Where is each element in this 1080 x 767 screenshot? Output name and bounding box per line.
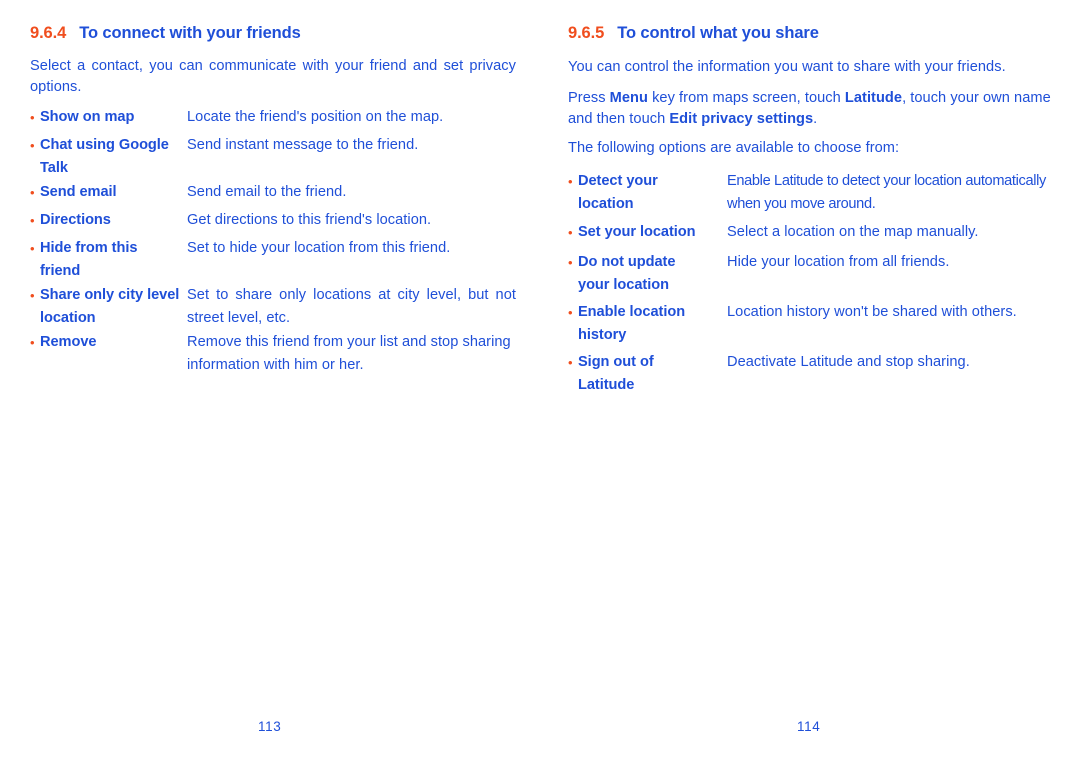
list-item-description: Location history won't be shared with ot… xyxy=(727,304,1017,320)
bullet-icon: • xyxy=(30,213,35,228)
list-item-description: Send email to the friend. xyxy=(187,184,347,200)
list-item-term: Share only city level location xyxy=(40,287,180,326)
bullet-icon: • xyxy=(30,185,35,200)
page-number-left: 113 xyxy=(258,719,282,734)
bullet-icon: • xyxy=(30,138,35,153)
right-section-title: To control what you share xyxy=(617,24,819,42)
bullet-icon: • xyxy=(568,355,573,370)
list-item-description: Remove this friend from your list and st… xyxy=(187,334,511,373)
list-item-description: Set to share only locations at city leve… xyxy=(187,287,516,326)
list-item-description: Select a location on the map manually. xyxy=(727,224,979,240)
right-instruction-paragraph: Press Menu key from maps screen, touch L… xyxy=(568,88,1058,130)
list-item-term: Chat using Google Talk xyxy=(40,137,169,176)
table-row: • Send email Send email to the friend. xyxy=(30,181,516,209)
table-row: • Do not update your location Hide your … xyxy=(568,251,1054,301)
table-row: • Enable location history Location histo… xyxy=(568,301,1054,351)
table-row: • Detect your location Enable Latitude t… xyxy=(568,170,1054,221)
bullet-icon: • xyxy=(568,255,573,270)
page-number-right: 114 xyxy=(797,719,821,734)
list-item-description: Deactivate Latitude and stop sharing. xyxy=(727,354,970,370)
instruction-bold-edit-privacy-settings: Edit privacy settings xyxy=(669,111,814,127)
list-item-term: Hide from this friend xyxy=(40,240,138,279)
list-item-description: Get directions to this friend's location… xyxy=(187,212,432,228)
list-item-term: Send email xyxy=(40,184,117,200)
list-item-term: Do not update your location xyxy=(578,254,676,293)
list-item-term: Set your location xyxy=(578,224,696,240)
table-row: • Share only city level location Set to … xyxy=(30,284,516,331)
table-row: • Chat using Google Talk Send instant me… xyxy=(30,134,516,181)
document-page: 9.6.4 To connect with your friends Select… xyxy=(0,0,1080,767)
list-item-term: Detect your location xyxy=(578,173,658,212)
table-row: • Sign out of Latitude Deactivate Latitu… xyxy=(568,351,1054,401)
bullet-icon: • xyxy=(568,174,573,189)
right-options-lead: The following options are available to c… xyxy=(568,140,900,156)
instruction-part-1: Press xyxy=(568,90,610,106)
list-item-term: Directions xyxy=(40,212,111,228)
list-item-description: Set to hide your location from this frie… xyxy=(187,240,451,256)
list-item-term: Enable location history xyxy=(578,304,686,343)
instruction-bold-menu: Menu xyxy=(609,90,648,106)
instruction-part-2: key from maps screen, touch xyxy=(647,90,845,106)
list-item-description: Send instant message to the friend. xyxy=(187,137,419,153)
bullet-icon: • xyxy=(30,110,35,125)
list-item-description: Enable Latitude to detect your location … xyxy=(727,173,1046,212)
bullet-icon: • xyxy=(30,241,35,256)
left-definition-list: • Show on map Locate the friend's positi… xyxy=(30,106,516,378)
left-section-title: To connect with your friends xyxy=(79,24,301,42)
table-row: • Hide from this friend Set to hide your… xyxy=(30,237,516,284)
right-intro-paragraph: You can control the information you want… xyxy=(568,59,1006,75)
table-row: • Remove Remove this friend from your li… xyxy=(30,331,516,378)
bullet-icon: • xyxy=(568,225,573,240)
table-row: • Directions Get directions to this frie… xyxy=(30,209,516,237)
list-item-term: Sign out of Latitude xyxy=(578,354,654,393)
right-definition-list: • Detect your location Enable Latitude t… xyxy=(568,170,1054,401)
list-item-description: Hide your location from all friends. xyxy=(727,254,950,270)
list-item-description: Locate the friend's position on the map. xyxy=(187,109,444,125)
left-intro-paragraph: Select a contact, you can communicate wi… xyxy=(30,58,516,95)
left-section-number: 9.6.4 xyxy=(30,24,67,42)
bullet-icon: • xyxy=(30,335,35,350)
list-item-term: Show on map xyxy=(40,109,135,125)
bullet-icon: • xyxy=(30,288,35,303)
list-item-term: Remove xyxy=(40,334,97,350)
instruction-bold-latitude: Latitude xyxy=(844,90,903,106)
instruction-part-4: . xyxy=(813,111,818,127)
left-section-heading: 9.6.4 To connect with your friends xyxy=(30,24,301,43)
bullet-icon: • xyxy=(568,305,573,320)
table-row: • Show on map Locate the friend's positi… xyxy=(30,106,516,134)
table-row: • Set your location Select a location on… xyxy=(568,221,1054,251)
right-section-number: 9.6.5 xyxy=(568,24,605,42)
right-section-heading: 9.6.5 To control what you share xyxy=(568,24,819,43)
